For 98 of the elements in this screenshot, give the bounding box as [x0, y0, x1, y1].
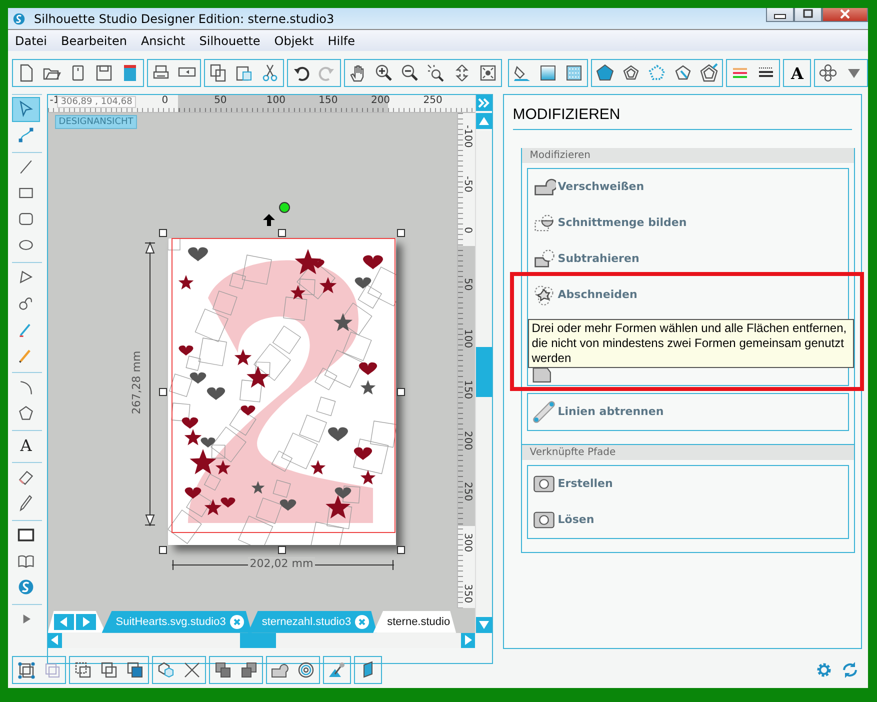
zoom-selection-icon[interactable] [426, 63, 446, 84]
menu-item[interactable]: Objekt [267, 34, 321, 48]
offset-pentagon-icon[interactable] [699, 63, 719, 84]
menu-item[interactable]: Bearbeiten [54, 34, 134, 48]
paint-bucket-icon[interactable] [512, 63, 532, 84]
modify-option[interactable]: Verschweißen [532, 174, 644, 199]
gradient-fill-icon[interactable] [538, 63, 558, 84]
ruler-label: -50 [462, 176, 473, 192]
group-icon[interactable] [73, 660, 93, 680]
selection-handle[interactable] [278, 546, 286, 554]
ruler-label: 100 [266, 94, 286, 106]
selection-handle[interactable] [158, 388, 167, 396]
select-points-icon[interactable] [16, 660, 36, 680]
store-icon [17, 578, 35, 596]
page-icon [17, 526, 35, 544]
ruler-label: 350 [462, 584, 473, 603]
modify-option[interactable]: Lösen [532, 508, 594, 532]
double-chevron-icon [476, 96, 491, 109]
ruler-label: 150 [462, 380, 473, 399]
pattern-fill-icon[interactable] [564, 63, 584, 84]
selection-handle[interactable] [396, 388, 405, 396]
document-tab[interactable]: sterne.studio [373, 610, 456, 633]
menu-item[interactable]: Silhouette [192, 34, 268, 48]
caret-up-icon [476, 114, 491, 127]
node-icon [17, 126, 35, 144]
zoom-in-icon[interactable] [374, 63, 394, 84]
arrow-up-icon[interactable] [262, 212, 276, 227]
ruler-label: 150 [318, 94, 338, 106]
caret-left-icon [50, 634, 60, 646]
line-break-icon [532, 400, 556, 424]
modify-option[interactable]: Erstellen [532, 472, 613, 496]
ruler-label: 0 [162, 94, 168, 106]
text-tool-button[interactable]: A [12, 432, 40, 458]
document-tab[interactable]: SuitHearts.svg.studio3 [102, 610, 252, 633]
modify-option[interactable]: Subtrahieren [532, 246, 640, 271]
caret-down-icon [476, 618, 491, 631]
section-header: Modifizieren [522, 148, 854, 163]
polygon-icon [17, 404, 35, 422]
ruler-label: -100 [462, 124, 473, 148]
ruler-label: 100 [462, 328, 473, 348]
ruler-label: 250 [423, 94, 442, 106]
copy-icon[interactable] [208, 63, 228, 84]
selection-handle[interactable] [396, 546, 405, 554]
selection-handle[interactable] [278, 228, 286, 237]
modify-option[interactable]: Abschneiden [532, 282, 638, 307]
minimize-icon [774, 14, 786, 19]
ruler-label: 0 [462, 226, 473, 234]
knife-icon [17, 494, 35, 512]
scrollbar-thumb[interactable] [240, 632, 276, 648]
ruler-label: 50 [214, 94, 227, 106]
ruler-label: 300 [462, 532, 473, 552]
scrollbar-thumb[interactable] [476, 346, 492, 397]
panel-title: MODIFIZIEREN [512, 106, 852, 130]
view-mode-label: DESIGNANSICHT [54, 114, 138, 129]
design-canvas[interactable]: DESIGNANSICHT 267,28 mm 202,02 mm [48, 112, 457, 608]
selection-handle[interactable] [158, 228, 167, 237]
document-tab[interactable]: sternezahl.studio3 [248, 610, 378, 633]
pointer-icon [17, 100, 35, 118]
ruler-label: 200 [462, 430, 473, 450]
app-logo-icon [12, 12, 26, 26]
flower-shape-icon[interactable] [818, 63, 838, 84]
section-header: Verknüpfte Pfade [522, 444, 854, 460]
height-dimension: 267,28 mm [130, 348, 143, 416]
minimize-button[interactable] [766, 8, 794, 22]
ruler-label: 250 [462, 482, 473, 501]
send-back-icon[interactable] [239, 660, 259, 680]
modify-option[interactable]: Linien abtrennen [532, 400, 664, 424]
filled-overlap-icon[interactable] [125, 660, 145, 680]
cursor-coordinates: 306,89 , 104,68 [56, 96, 136, 108]
caret-right-icon [462, 634, 473, 646]
width-dimension: 202,02 mm [248, 556, 316, 570]
close-button[interactable] [822, 8, 868, 22]
menu-item[interactable]: Ansicht [134, 34, 192, 48]
scissors-icon[interactable] [260, 63, 280, 84]
pentagon-icon[interactable] [595, 63, 615, 84]
maximize-button[interactable] [794, 8, 822, 22]
ruler-label: 200 [370, 94, 390, 106]
bring-front-icon[interactable] [213, 660, 233, 680]
fit-page-icon[interactable] [478, 63, 498, 84]
rotate-handle[interactable] [278, 202, 290, 213]
window-title: Silhouette Studio Designer Edition: sterne.studio3 [34, 12, 334, 26]
concentric-circles-icon[interactable] [296, 660, 316, 680]
menu-item[interactable]: Datei [8, 34, 54, 48]
ruler-label: 50 [462, 278, 473, 291]
pointer-tool-button[interactable] [12, 96, 40, 122]
menu-item[interactable]: Hilfe [320, 34, 362, 48]
zoom-out-icon[interactable] [400, 63, 420, 84]
tooltip: Drei oder mehr Formen wählen und alle Flächen entfernen, die nicht von mindestens zwei Formen gemeinsam genutzt werden [528, 318, 854, 368]
save-icon[interactable] [94, 63, 114, 84]
overlap-squares-icon[interactable] [99, 660, 119, 680]
refresh-icon[interactable] [840, 660, 860, 680]
selection-handle[interactable] [158, 546, 167, 554]
design-artwork-drawing[interactable] [168, 238, 396, 545]
eraser-icon [17, 468, 35, 486]
caret-left-icon [58, 616, 70, 628]
selection-handle[interactable] [396, 228, 405, 237]
cubes-icon[interactable] [156, 660, 176, 680]
modify-option[interactable]: Schnittmenge bilden [532, 210, 687, 235]
